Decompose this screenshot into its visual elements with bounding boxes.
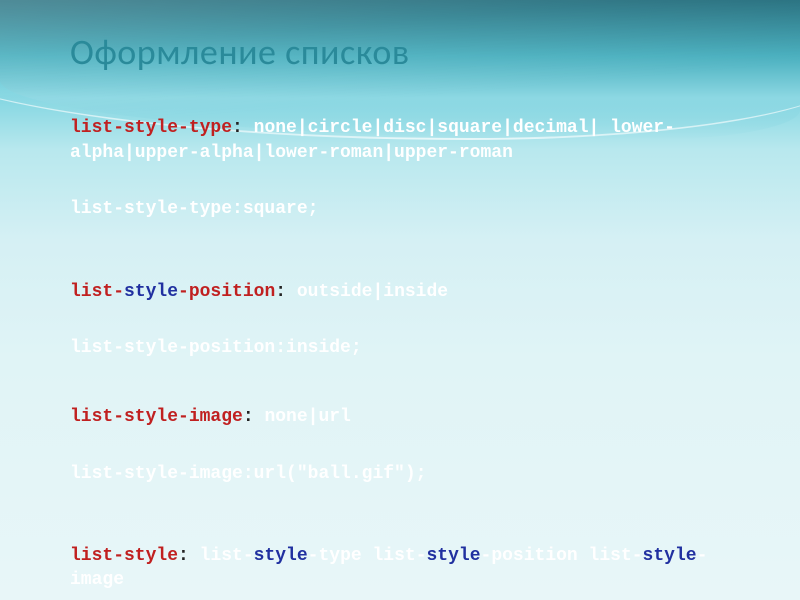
- code-content: list-style-type: none|circle|disc|square…: [70, 92, 740, 600]
- style-keyword: style: [254, 546, 308, 566]
- colon: :: [178, 546, 200, 566]
- property-name: list-style: [70, 546, 178, 566]
- sub-post2: -position list-: [481, 546, 643, 566]
- sub-pre: list-: [200, 546, 254, 566]
- example-code: list-style-image:url("ball.gif");: [70, 464, 426, 484]
- property-values: outside|inside: [286, 282, 448, 302]
- style-keyword: style: [427, 546, 481, 566]
- property-name: list-style-image: [70, 407, 243, 427]
- property-name: list-style-type: [70, 118, 232, 138]
- colon: :: [275, 282, 286, 302]
- example-code: list-style-position:inside;: [70, 338, 362, 358]
- example-code: list-style-type:square;: [70, 199, 318, 219]
- slide-title: Оформление списков: [70, 30, 740, 74]
- colon: :: [243, 407, 254, 427]
- style-keyword: style: [124, 282, 178, 302]
- style-keyword: style: [643, 546, 697, 566]
- colon: :: [232, 118, 243, 138]
- property-values: none|url: [254, 407, 351, 427]
- property-prefix: list-: [70, 282, 124, 302]
- property-suffix: -position: [178, 282, 275, 302]
- sub-post: -type list-: [308, 546, 427, 566]
